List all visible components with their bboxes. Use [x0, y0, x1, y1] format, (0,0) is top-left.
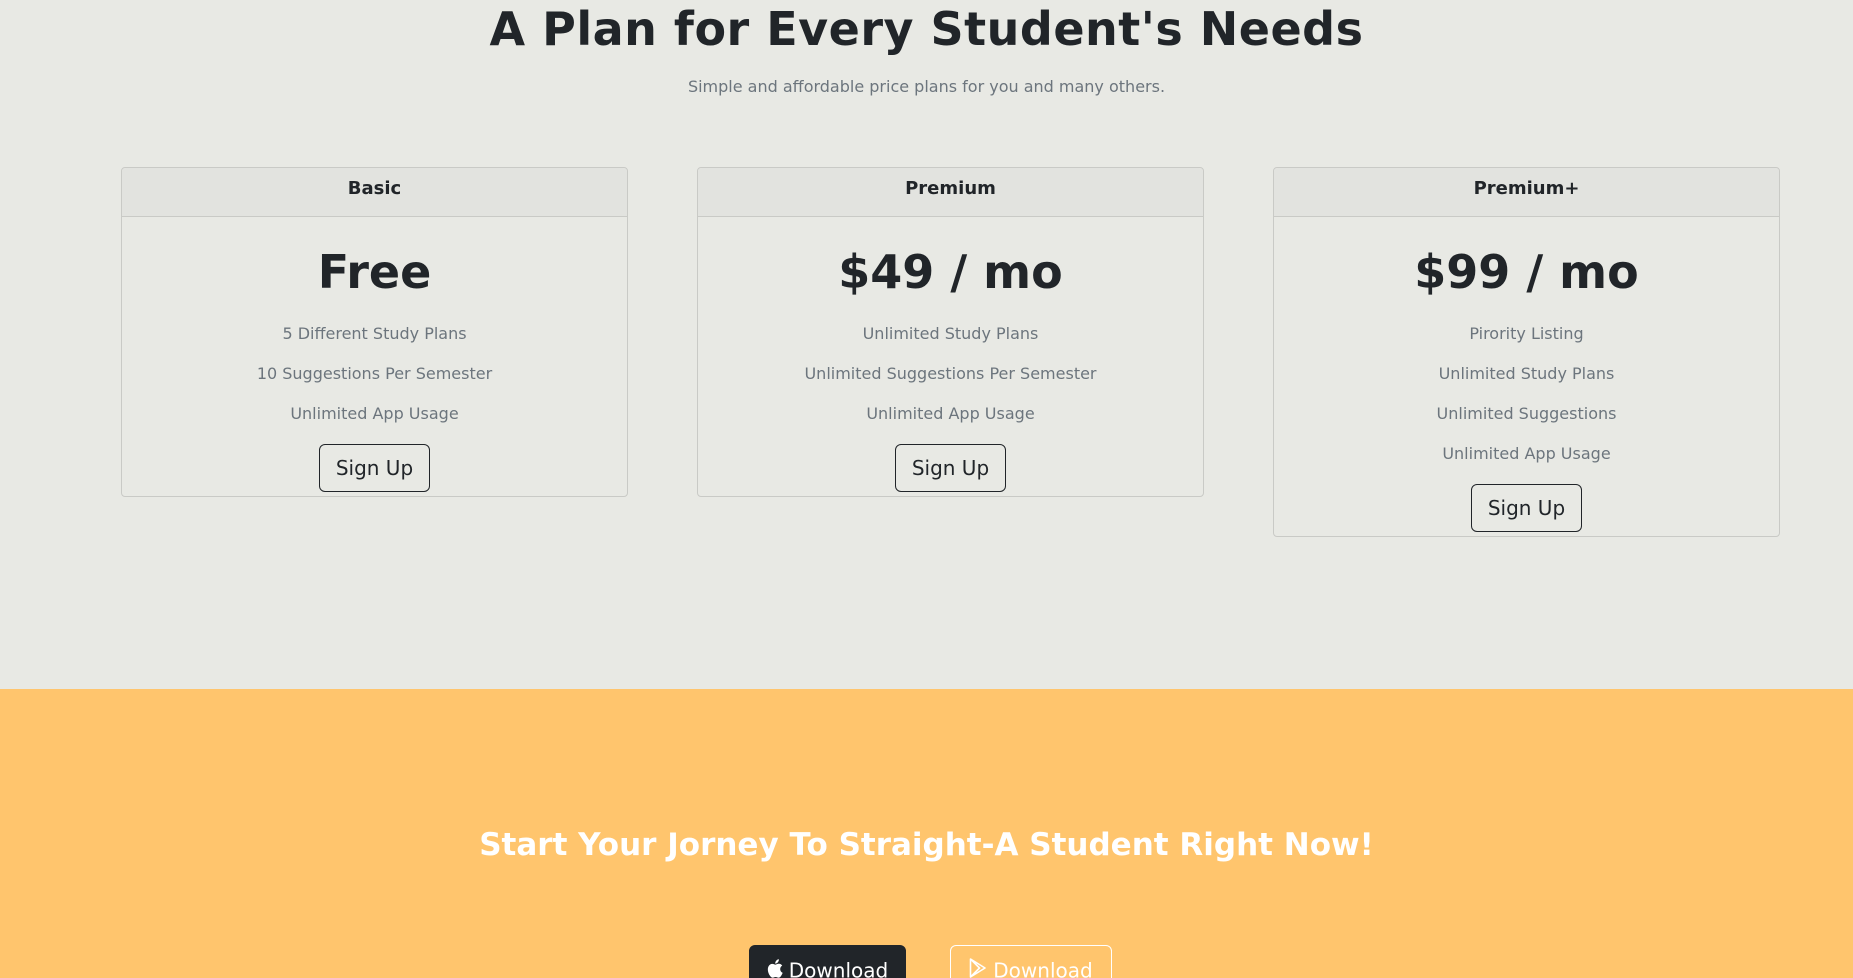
plan-name: Premium: [698, 168, 1203, 217]
play-download-label: Download: [993, 958, 1093, 978]
plan-feature: Unlimited Suggestions: [1436, 404, 1617, 423]
plan-card-premium-plus: Premium+ $99 / mo Pirority Listing Unlim…: [1273, 167, 1780, 537]
plan-feature: Unlimited Study Plans: [862, 324, 1039, 343]
plan-features: Unlimited Study Plans Unlimited Suggesti…: [698, 314, 1203, 434]
plan-card-basic: Basic Free 5 Different Study Plans 10 Su…: [121, 167, 628, 497]
play-download-button[interactable]: Download: [950, 945, 1112, 978]
apple-icon: [767, 948, 783, 978]
plan-price: $99 / mo: [1414, 245, 1639, 299]
signup-button-premium[interactable]: Sign Up: [894, 444, 1007, 492]
pricing-title: A Plan for Every Student's Needs: [489, 2, 1364, 56]
plan-price: Free: [317, 245, 432, 299]
signup-button-premium-plus[interactable]: Sign Up: [1470, 484, 1583, 532]
plan-feature: Unlimited Study Plans: [1438, 364, 1615, 383]
plan-features: 5 Different Study Plans 10 Suggestions P…: [122, 314, 627, 434]
plan-feature: Unlimited App Usage: [290, 404, 459, 423]
plan-feature: Pirority Listing: [1469, 324, 1584, 343]
apple-download-button[interactable]: Download: [749, 945, 906, 978]
pricing-subtitle: Simple and affordable price plans for yo…: [687, 77, 1166, 96]
cta-section: Start Your Jorney To Straight-A Student …: [0, 689, 1853, 978]
pricing-section: A Plan for Every Student's Needs Simple …: [0, 0, 1853, 689]
plan-name: Premium+: [1274, 168, 1779, 217]
plan-card-premium: Premium $49 / mo Unlimited Study Plans U…: [697, 167, 1204, 497]
plan-feature: Unlimited App Usage: [1442, 444, 1611, 463]
plan-feature: Unlimited App Usage: [866, 404, 1035, 423]
apple-download-label: Download: [788, 958, 889, 978]
plan-name: Basic: [122, 168, 627, 217]
plan-price: $49 / mo: [838, 245, 1063, 299]
plan-feature: 5 Different Study Plans: [282, 324, 467, 343]
plan-feature: 10 Suggestions Per Semester: [256, 364, 493, 383]
google-play-icon: [969, 948, 987, 978]
plan-features: Pirority Listing Unlimited Study Plans U…: [1274, 314, 1779, 474]
signup-button-basic[interactable]: Sign Up: [318, 444, 431, 492]
cta-title: Start Your Jorney To Straight-A Student …: [479, 827, 1374, 863]
plan-feature: Unlimited Suggestions Per Semester: [804, 364, 1097, 383]
